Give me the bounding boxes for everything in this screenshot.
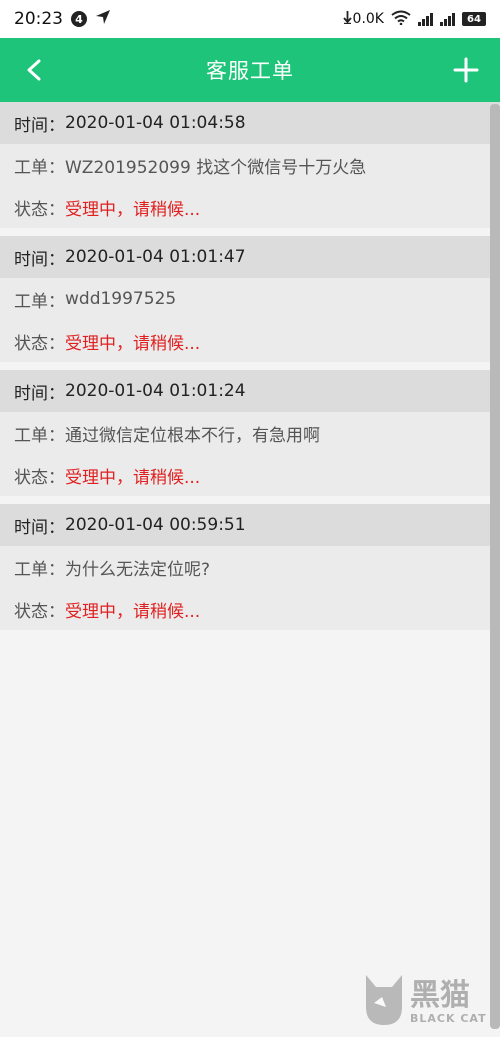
ticket-time-row: 时间： 2020-01-04 00:59:51: [0, 504, 500, 546]
location-arrow-icon: [95, 9, 111, 29]
ticket-time: 2020-01-04 01:01:47: [65, 247, 246, 267]
ticket-status-row: 状态： 受理中，请稍候...: [0, 588, 500, 630]
time-label: 时间：: [14, 249, 65, 270]
ticket-time: 2020-01-04 01:01:24: [65, 381, 246, 401]
add-ticket-button[interactable]: [448, 52, 484, 88]
battery-icon: 64: [462, 12, 486, 26]
watermark-en: BLACK CAT: [410, 1011, 487, 1025]
ticket-order-row: 工单： wdd1997525: [0, 278, 500, 320]
nav-bar: 客服工单: [0, 38, 500, 102]
ticket-card[interactable]: 时间： 2020-01-04 01:01:24 工单： 通过微信定位根本不行，有急用…: [0, 370, 500, 496]
clock: 20:23: [14, 9, 63, 29]
ticket-order: wdd1997525: [65, 289, 177, 309]
ticket-order: 为什么无法定位呢?: [65, 559, 211, 580]
ticket-status-row: 状态： 受理中，请稍候...: [0, 320, 500, 362]
notification-badge: 4: [71, 11, 87, 27]
status-bar-right: 0.0K 64: [342, 10, 486, 29]
ticket-time-row: 时间： 2020-01-04 01:04:58: [0, 102, 500, 144]
ticket-order: WZ201952099 找这个微信号十万火急: [65, 157, 367, 178]
ticket-status-row: 状态： 受理中，请稍候...: [0, 454, 500, 496]
status-label: 状态：: [14, 601, 65, 622]
order-label: 工单：: [14, 157, 65, 178]
ticket-list: 时间： 2020-01-04 01:04:58 工单： WZ201952099 找这…: [0, 102, 500, 638]
status-bar-left: 20:23 4: [14, 9, 111, 29]
order-label: 工单：: [14, 291, 65, 312]
watermark-text: 黑猫 BLACK CAT: [410, 977, 487, 1025]
time-label: 时间：: [14, 517, 65, 538]
order-label: 工单：: [14, 559, 65, 580]
ticket-status: 受理中，请稍候...: [65, 601, 201, 622]
back-button[interactable]: [18, 54, 50, 86]
ticket-time: 2020-01-04 01:04:58: [65, 113, 246, 133]
order-label: 工单：: [14, 425, 65, 446]
status-label: 状态：: [14, 199, 65, 220]
ticket-order-row: 工单： WZ201952099 找这个微信号十万火急: [0, 144, 500, 186]
ticket-status-row: 状态： 受理中，请稍候...: [0, 186, 500, 228]
scrollbar[interactable]: [490, 104, 500, 1029]
watermark: 黑猫 BLACK CAT: [362, 971, 494, 1033]
watermark-cn: 黑猫: [410, 977, 470, 1013]
chevron-left-icon: [27, 59, 41, 81]
ticket-time: 2020-01-04 00:59:51: [65, 515, 246, 535]
ticket-card[interactable]: 时间： 2020-01-04 00:59:51 工单： 为什么无法定位呢? 状态：受…: [0, 504, 500, 630]
ticket-order-row: 工单： 为什么无法定位呢?: [0, 546, 500, 588]
status-bar: 20:23 4 0.0K 64: [0, 0, 500, 38]
status-label: 状态：: [14, 467, 65, 488]
ticket-order-row: 工单： 通过微信定位根本不行，有急用啊: [0, 412, 500, 454]
ticket-card[interactable]: 时间： 2020-01-04 01:01:47 工单： wdd1997525 状态：…: [0, 236, 500, 362]
wifi-icon: [391, 10, 411, 29]
ticket-time-row: 时间： 2020-01-04 01:01:24: [0, 370, 500, 412]
time-label: 时间：: [14, 383, 65, 404]
signal-icon: [440, 12, 455, 26]
plus-icon: [453, 57, 479, 83]
ticket-card[interactable]: 时间： 2020-01-04 01:04:58 工单： WZ201952099 找这…: [0, 102, 500, 228]
ticket-status: 受理中，请稍候...: [65, 333, 201, 354]
time-label: 时间：: [14, 115, 65, 136]
net-speed: 0.0K: [352, 11, 384, 27]
download-arrow-icon: [342, 10, 352, 28]
ticket-status: 受理中，请稍候...: [65, 199, 201, 220]
ticket-time-row: 时间： 2020-01-04 01:01:47: [0, 236, 500, 278]
signal-icon: [418, 12, 433, 26]
status-label: 状态：: [14, 333, 65, 354]
page-title: 客服工单: [206, 59, 294, 83]
ticket-status: 受理中，请稍候...: [65, 467, 201, 488]
ticket-order: 通过微信定位根本不行，有急用啊: [65, 425, 320, 446]
cat-logo-icon: [362, 973, 406, 1031]
